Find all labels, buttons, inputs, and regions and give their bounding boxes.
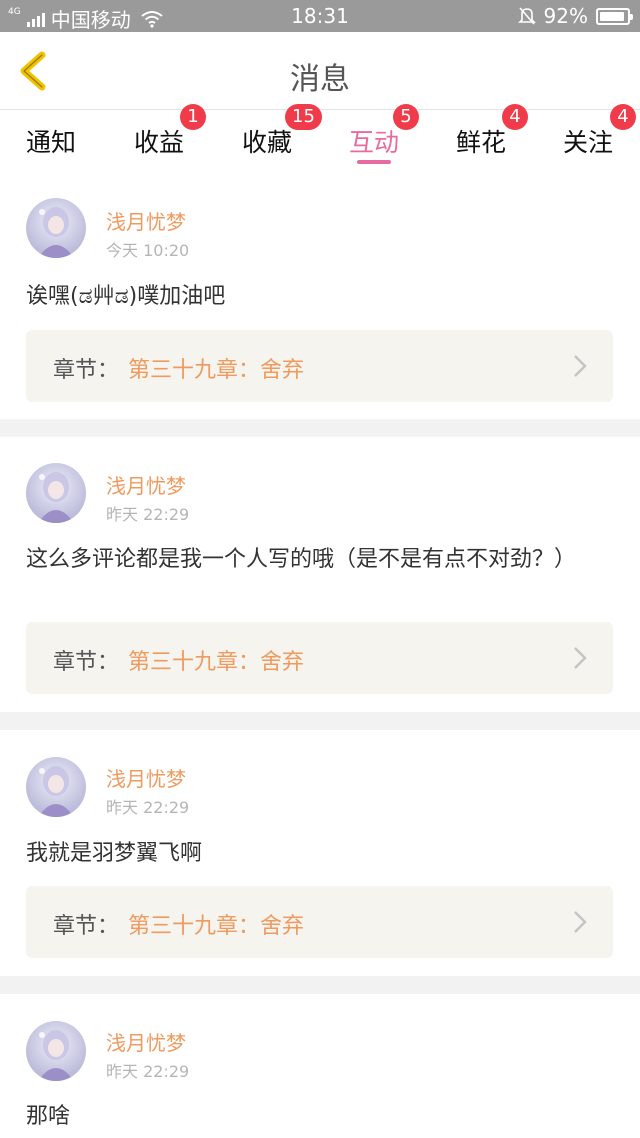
username[interactable]: 浅月忧梦 xyxy=(106,763,186,792)
bell-muted-icon xyxy=(517,7,536,25)
section-divider xyxy=(0,976,640,994)
comment-text: 这么多评论都是我一个人写的哦（是不是有点不对劲？） xyxy=(26,547,577,572)
username[interactable]: 浅月忧梦 xyxy=(106,206,186,235)
chapter-link[interactable]: 章节： 第三十九章：舍弃 xyxy=(26,886,613,958)
timestamp: 昨天 22:29 xyxy=(106,1062,190,1081)
section-divider xyxy=(0,712,640,730)
timestamp: 昨天 22:29 xyxy=(106,798,190,817)
tab-notice[interactable]: 通知 xyxy=(26,123,76,159)
tab-flowers-badge: 4 xyxy=(502,104,528,130)
timestamp: 昨天 22:29 xyxy=(106,505,190,524)
avatar-image xyxy=(26,1021,86,1081)
battery-percent: 92% xyxy=(543,4,588,28)
comment-text: 诶嘿(ಡ艸ಡ)噗加油吧 xyxy=(26,284,226,309)
chapter-link[interactable]: 章节： 第三十九章：舍弃 xyxy=(26,622,613,694)
timestamp: 今天 10:20 xyxy=(106,241,190,260)
chevron-right-icon xyxy=(574,647,587,669)
chapter-title: 第三十九章：舍弃 xyxy=(128,650,305,675)
page-title: 消息 xyxy=(290,62,350,97)
avatar[interactable] xyxy=(26,198,86,258)
chapter-title: 第三十九章：舍弃 xyxy=(128,914,305,939)
avatar[interactable] xyxy=(26,463,86,523)
comment-text: 我就是羽梦翼飞啊 xyxy=(26,841,203,866)
tab-favorites[interactable]: 收藏 xyxy=(242,123,292,159)
username[interactable]: 浅月忧梦 xyxy=(106,470,186,499)
chevron-right-icon xyxy=(574,355,587,377)
status-bar: 4G 中国移动 18:31 92% xyxy=(0,0,640,32)
tab-follow-badge: 4 xyxy=(610,104,636,130)
chapter-label: 章节： xyxy=(53,914,120,939)
status-right: 92% xyxy=(517,4,633,28)
tab-income[interactable]: 收益 xyxy=(134,123,184,159)
avatar-image xyxy=(26,198,86,258)
tab-income-badge: 1 xyxy=(180,104,206,130)
username[interactable]: 浅月忧梦 xyxy=(106,1027,186,1056)
tab-follow[interactable]: 关注 xyxy=(563,123,613,159)
avatar-image xyxy=(26,757,86,817)
battery-fill xyxy=(600,11,624,21)
avatar[interactable] xyxy=(26,757,86,817)
active-tab-indicator xyxy=(357,160,391,164)
chapter-label: 章节： xyxy=(53,358,120,383)
comment-text: 那啥 xyxy=(26,1104,71,1129)
battery-icon xyxy=(596,7,633,25)
chapter-label: 章节： xyxy=(53,650,120,675)
avatar-image xyxy=(26,463,86,523)
tab-favorites-badge: 15 xyxy=(285,104,322,130)
chevron-right-icon xyxy=(574,911,587,933)
section-divider xyxy=(0,419,640,437)
chapter-link[interactable]: 章节： 第三十九章：舍弃 xyxy=(26,330,613,402)
tab-interaction-badge: 5 xyxy=(393,104,419,130)
tab-flowers[interactable]: 鲜花 xyxy=(456,123,506,159)
nav-bar: 消息 xyxy=(0,32,640,110)
avatar[interactable] xyxy=(26,1021,86,1081)
chapter-title: 第三十九章：舍弃 xyxy=(128,358,305,383)
tab-interaction[interactable]: 互动 xyxy=(349,123,399,159)
